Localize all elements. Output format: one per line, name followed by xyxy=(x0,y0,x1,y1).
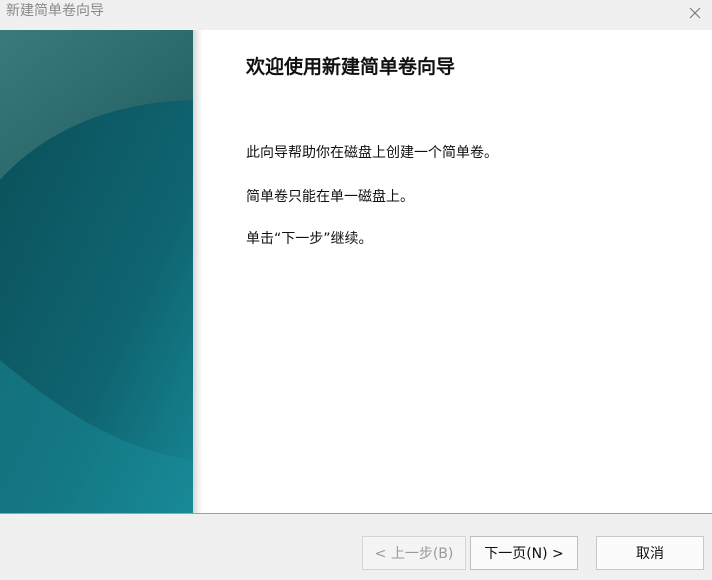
cancel-button[interactable]: 取消 xyxy=(596,536,704,570)
footer-separator xyxy=(0,513,712,514)
next-button[interactable]: 下一页(N) > xyxy=(470,536,578,570)
close-icon xyxy=(689,7,701,19)
window-title: 新建简单卷向导 xyxy=(6,3,104,19)
title-bar: 新建简单卷向导 xyxy=(0,0,712,30)
close-button[interactable] xyxy=(678,0,712,26)
instruction-text: 单击“下一步”继续。 xyxy=(246,231,373,247)
info-text: 简单卷只能在单一磁盘上。 xyxy=(246,189,414,205)
intro-text: 此向导帮助你在磁盘上创建一个简单卷。 xyxy=(246,145,498,161)
page-title: 欢迎使用新建简单卷向导 xyxy=(246,56,456,78)
wizard-content: 欢迎使用新建简单卷向导 此向导帮助你在磁盘上创建一个简单卷。 简单卷只能在单一磁… xyxy=(0,30,712,514)
back-button[interactable]: < 上一步(B) xyxy=(362,536,466,570)
banner-divider xyxy=(193,30,203,514)
wizard-banner-image xyxy=(0,30,193,514)
